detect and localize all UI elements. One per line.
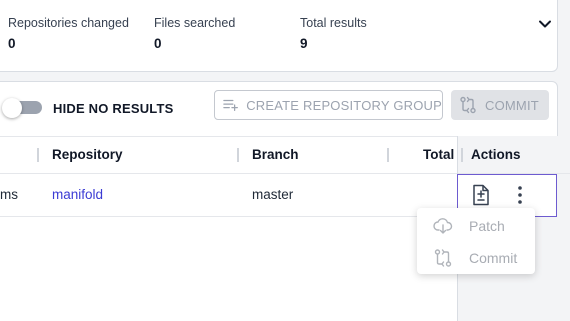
cloud-download-icon: [433, 218, 453, 234]
column-separator[interactable]: [461, 148, 463, 162]
playlist-add-icon: [223, 99, 238, 111]
commit-button[interactable]: COMMIT: [451, 90, 549, 120]
column-separator[interactable]: [387, 148, 389, 162]
create-repository-group-label: CREATE REPOSITORY GROUP: [246, 97, 442, 113]
chevron-down-icon[interactable]: [538, 17, 552, 31]
stat-repositories-changed: Repositories changed 0: [8, 16, 129, 51]
hide-no-results-label: HIDE NO RESULTS: [53, 101, 174, 116]
repository-link[interactable]: manifold: [52, 187, 103, 202]
stat-label: Total results: [300, 16, 367, 30]
stat-value: 0: [8, 36, 16, 51]
create-repository-group-button[interactable]: CREATE REPOSITORY GROUP: [214, 90, 443, 120]
column-header-branch[interactable]: Branch: [252, 147, 299, 162]
branch-cell: master: [252, 187, 294, 202]
git-compare-icon: [460, 96, 476, 114]
menu-item-label: Commit: [469, 250, 518, 266]
stat-value: 0: [154, 36, 162, 51]
stat-files-searched: Files searched 0: [154, 16, 235, 51]
file-diff-icon[interactable]: [471, 184, 491, 206]
column-separator[interactable]: [237, 148, 239, 162]
commit-label: COMMIT: [485, 97, 539, 113]
table-row-divider: [0, 216, 458, 217]
stat-label: Repositories changed: [8, 16, 129, 30]
row-name-cell: ms: [0, 187, 18, 202]
menu-item-label: Patch: [469, 218, 505, 234]
column-separator[interactable]: [37, 148, 39, 162]
git-compare-icon: [434, 249, 452, 267]
hide-no-results-toggle[interactable]: [2, 98, 42, 118]
table-header-top-divider: [0, 136, 458, 137]
column-header-total[interactable]: Total: [423, 147, 454, 162]
column-header-actions: Actions: [471, 147, 521, 162]
stat-total-results: Total results 9: [300, 16, 367, 51]
column-header-repository[interactable]: Repository: [52, 147, 123, 162]
table-header-divider: [0, 173, 458, 174]
stat-value: 9: [300, 36, 308, 51]
more-vertical-icon[interactable]: [513, 185, 527, 205]
stat-label: Files searched: [154, 16, 236, 30]
row-actions-menu: Patch Commit: [417, 208, 535, 274]
menu-item-commit[interactable]: Commit: [417, 243, 535, 273]
menu-item-patch[interactable]: Patch: [417, 211, 535, 241]
toggle-knob: [2, 98, 22, 118]
